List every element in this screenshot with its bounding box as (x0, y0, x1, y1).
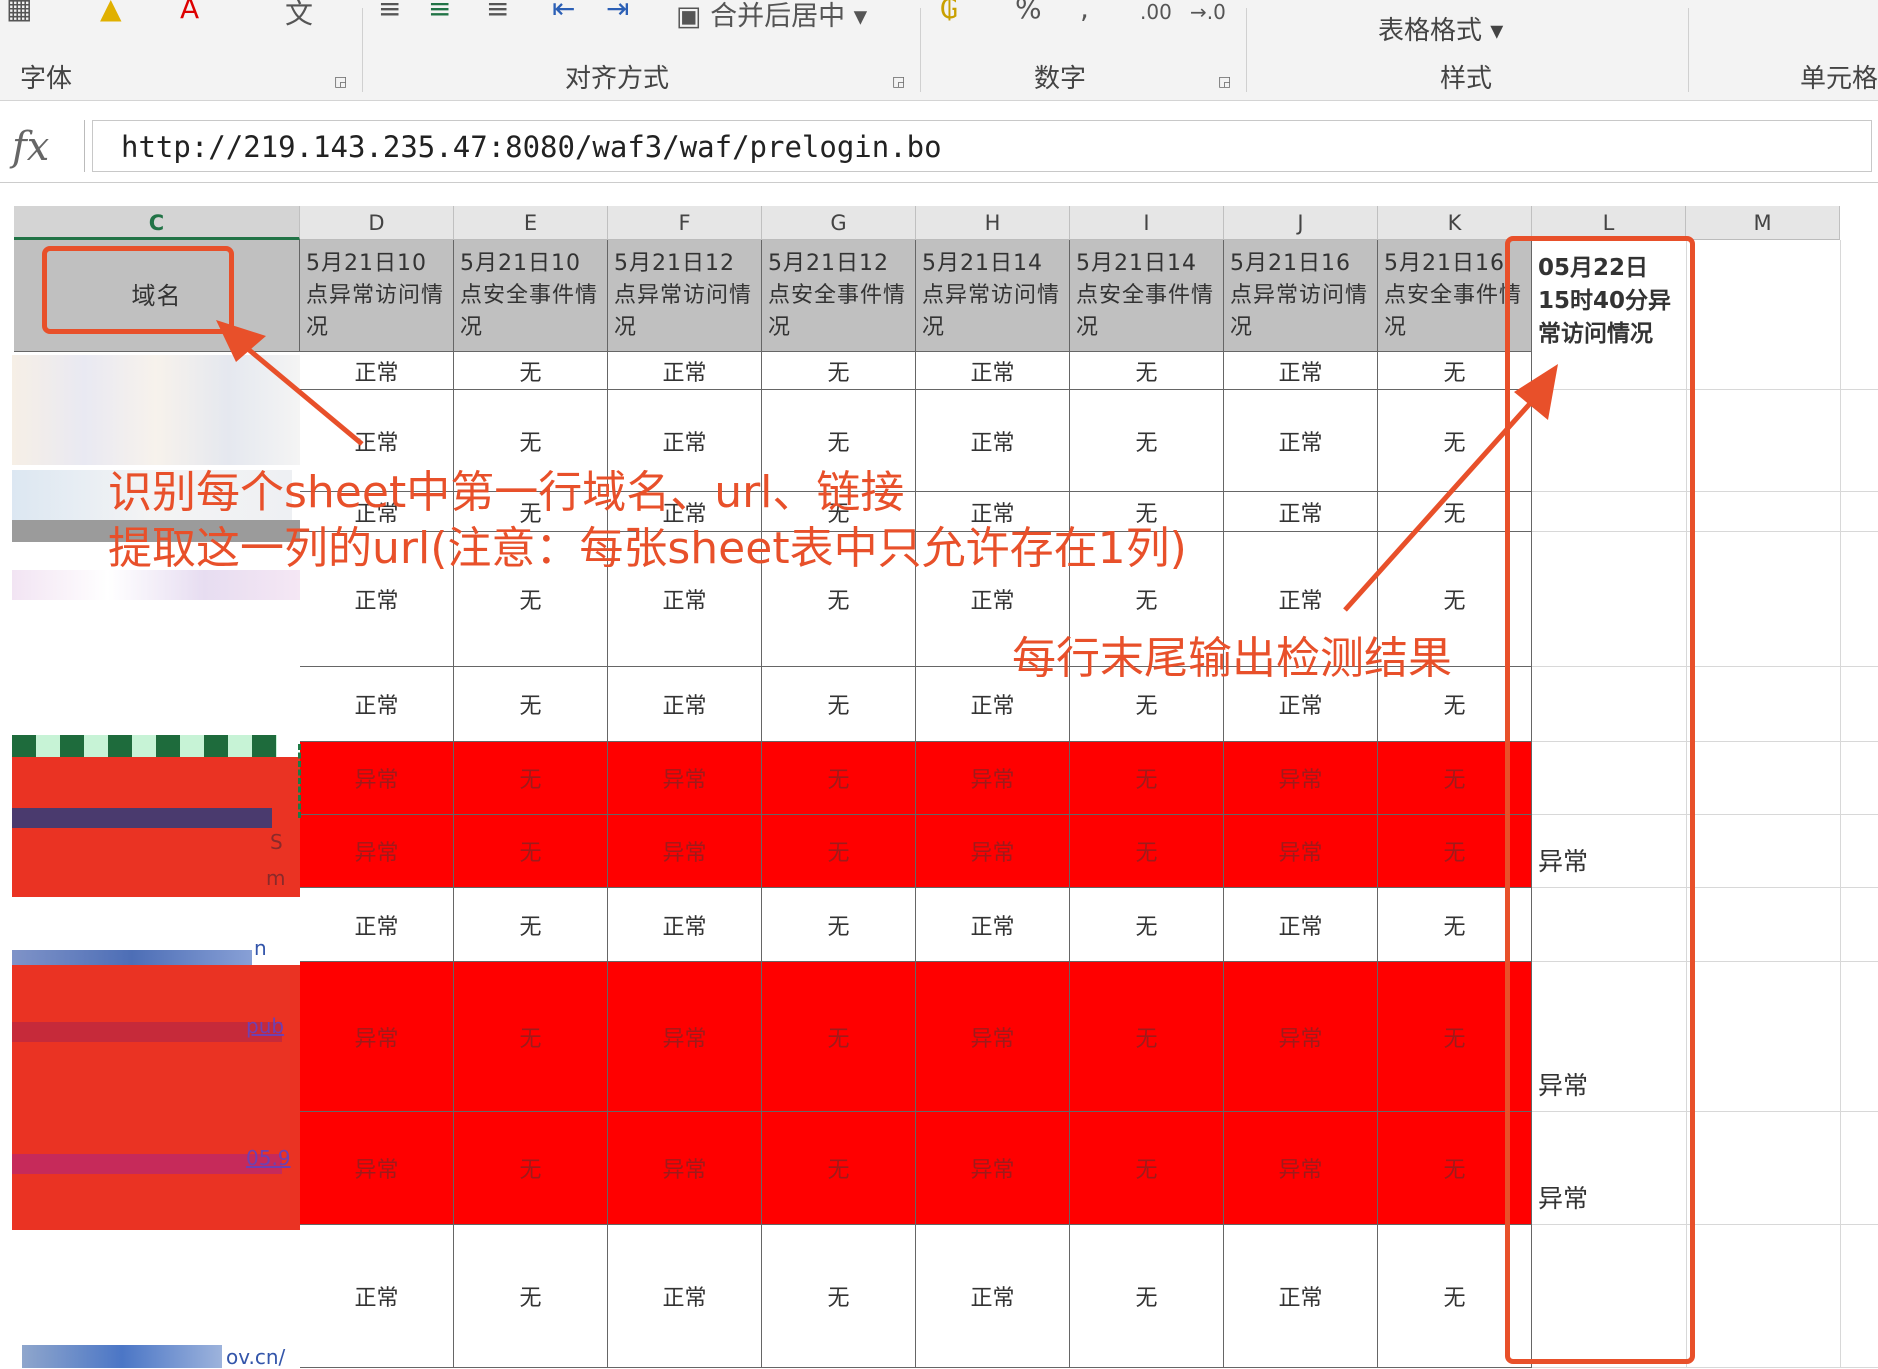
annotation-output: 每行末尾输出检测结果 (1012, 633, 1452, 684)
annotation-identify: 识别每个sheet中第一行域名、url、链接 (108, 467, 905, 518)
annotation-arrows (216, 320, 1558, 612)
annotation-extract: 提取这一列的url(注意：每张sheet表中只允许存在1列) (108, 523, 1187, 574)
arrow-line-to-domain (240, 342, 364, 446)
arrow-line-to-result (1343, 396, 1537, 612)
